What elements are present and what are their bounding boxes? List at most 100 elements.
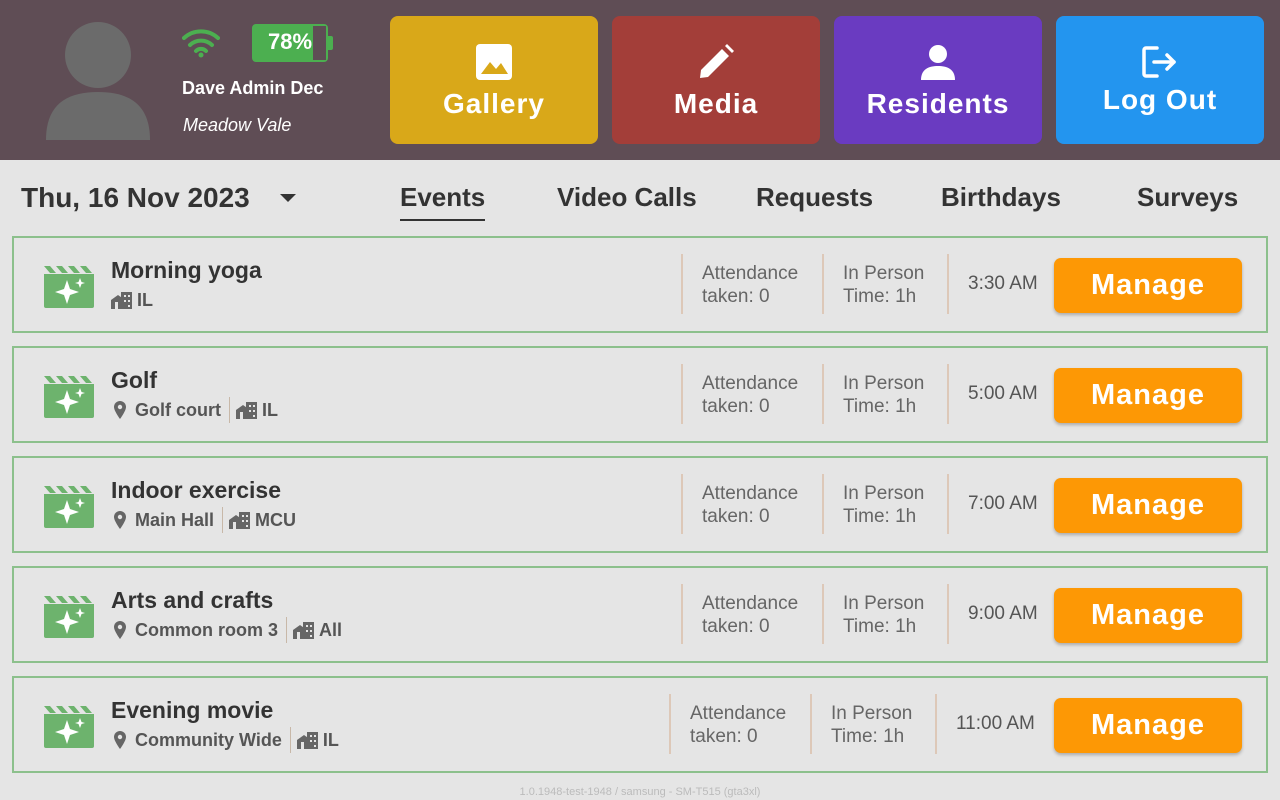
column-divider xyxy=(822,364,824,424)
map-pin-icon xyxy=(114,401,126,419)
media-button[interactable]: Media xyxy=(612,16,820,144)
column-divider xyxy=(822,254,824,314)
attendance-status: Attendance taken: 0 xyxy=(690,702,786,748)
attendance-value: taken: 0 xyxy=(702,286,770,307)
residents-button[interactable]: Residents xyxy=(834,16,1042,144)
event-title: Evening movie xyxy=(111,697,274,723)
event-time: 3:30 AM xyxy=(968,273,1038,294)
attendance-label: Attendance xyxy=(702,483,799,504)
event-card: Indoor exercise Main Hall MCU Attendance tak… xyxy=(12,456,1268,553)
column-divider xyxy=(681,254,683,314)
manage-button[interactable]: Manage xyxy=(1054,478,1242,533)
event-mode: In Person Time: 1h xyxy=(843,262,924,308)
column-divider xyxy=(822,474,824,534)
event-location-text: Common room 3 xyxy=(135,619,279,640)
event-group-text: IL xyxy=(137,289,153,310)
event-location-text: Main Hall xyxy=(135,509,215,530)
event-location: Community Wide xyxy=(111,730,282,751)
event-title: Indoor exercise xyxy=(111,477,282,503)
event-meta: Golf court IL xyxy=(111,397,278,423)
tab-video-calls[interactable]: Video Calls xyxy=(557,180,697,216)
event-group-text: MCU xyxy=(255,509,297,530)
event-group: MCU xyxy=(229,510,296,531)
manage-button[interactable]: Manage xyxy=(1054,368,1242,423)
attendance-status: Attendance taken: 0 xyxy=(702,372,798,418)
attendance-value: taken: 0 xyxy=(690,726,758,747)
attendance-value: taken: 0 xyxy=(702,396,770,417)
event-mode-label: In Person xyxy=(843,593,925,614)
map-pin-icon xyxy=(114,621,126,639)
tab-surveys[interactable]: Surveys xyxy=(1137,180,1238,216)
column-divider xyxy=(947,584,949,644)
event-title: Arts and crafts xyxy=(111,587,274,613)
column-divider xyxy=(681,584,683,644)
movie-clapper-sparkle-icon xyxy=(44,486,94,528)
event-meta: Main Hall MCU xyxy=(111,507,296,533)
manage-button[interactable]: Manage xyxy=(1054,698,1242,753)
event-duration: Time: 1h xyxy=(843,616,917,637)
building-icon xyxy=(236,402,257,419)
column-divider xyxy=(947,474,949,534)
event-group: IL xyxy=(296,729,339,751)
active-tab-indicator xyxy=(400,219,485,221)
movie-clapper-sparkle-icon xyxy=(44,376,94,418)
logout-button[interactable]: Log Out xyxy=(1056,16,1264,144)
person-icon xyxy=(921,45,955,80)
event-location-text: Golf court xyxy=(135,399,221,420)
tab-requests[interactable]: Requests xyxy=(756,180,873,216)
event-title: Golf xyxy=(111,367,157,393)
meta-divider xyxy=(286,617,288,643)
event-group-text: IL xyxy=(322,729,339,750)
logout-label: Log Out xyxy=(1102,84,1218,115)
tab-birthdays[interactable]: Birthdays xyxy=(941,180,1061,216)
movie-clapper-sparkle-icon xyxy=(44,266,94,308)
attendance-label: Attendance xyxy=(702,593,799,614)
event-group-text: IL xyxy=(262,399,278,420)
logout-icon xyxy=(1142,46,1176,78)
event-location: Golf court xyxy=(111,400,221,421)
gallery-label: Gallery xyxy=(443,88,545,119)
gallery-button[interactable]: Gallery xyxy=(390,16,598,144)
event-mode-label: In Person xyxy=(843,373,925,394)
movie-clapper-sparkle-icon xyxy=(44,706,94,748)
building-icon xyxy=(111,292,132,309)
event-duration: Time: 1h xyxy=(831,726,905,747)
map-pin-icon xyxy=(114,731,126,749)
date-dropdown[interactable]: Thu, 16 Nov 2023 xyxy=(21,180,296,216)
movie-clapper-sparkle-icon xyxy=(44,596,94,638)
event-card: Morning yoga IL Attendance taken: 0 In Perso… xyxy=(12,236,1268,333)
event-card: Evening movie Community Wide IL Attendance t… xyxy=(12,676,1268,773)
map-pin-icon xyxy=(114,511,126,529)
attendance-status: Attendance taken: 0 xyxy=(702,482,798,528)
column-divider xyxy=(947,254,949,314)
column-divider xyxy=(669,694,671,754)
battery-level: 78% xyxy=(267,29,313,54)
event-duration: Time: 1h xyxy=(843,506,917,527)
user-avatar-icon xyxy=(46,22,150,140)
manage-button[interactable]: Manage xyxy=(1054,588,1242,643)
event-group: All xyxy=(293,620,342,641)
event-time: 9:00 AM xyxy=(968,603,1038,624)
column-divider xyxy=(810,694,812,754)
event-location: Common room 3 xyxy=(111,620,278,641)
event-location-text: Community Wide xyxy=(135,729,282,750)
meta-divider xyxy=(222,507,224,533)
event-mode: In Person Time: 1h xyxy=(843,592,924,638)
image-icon xyxy=(476,44,512,80)
event-meta: IL xyxy=(111,287,153,313)
event-meta: Community Wide IL xyxy=(111,727,339,753)
event-duration: Time: 1h xyxy=(843,396,917,417)
wifi-icon xyxy=(182,29,220,58)
media-label: Media xyxy=(673,88,759,119)
manage-button[interactable]: Manage xyxy=(1054,258,1242,313)
building-icon xyxy=(229,512,251,529)
attendance-value: taken: 0 xyxy=(702,506,770,527)
event-mode: In Person Time: 1h xyxy=(843,482,924,528)
event-title: Morning yoga xyxy=(111,257,262,283)
event-time: 7:00 AM xyxy=(968,493,1038,514)
attendance-label: Attendance xyxy=(702,263,799,284)
meta-divider xyxy=(289,727,291,753)
battery-indicator: 78% xyxy=(252,24,333,62)
tab-events[interactable]: Events xyxy=(400,180,485,216)
event-mode-label: In Person xyxy=(831,703,913,724)
